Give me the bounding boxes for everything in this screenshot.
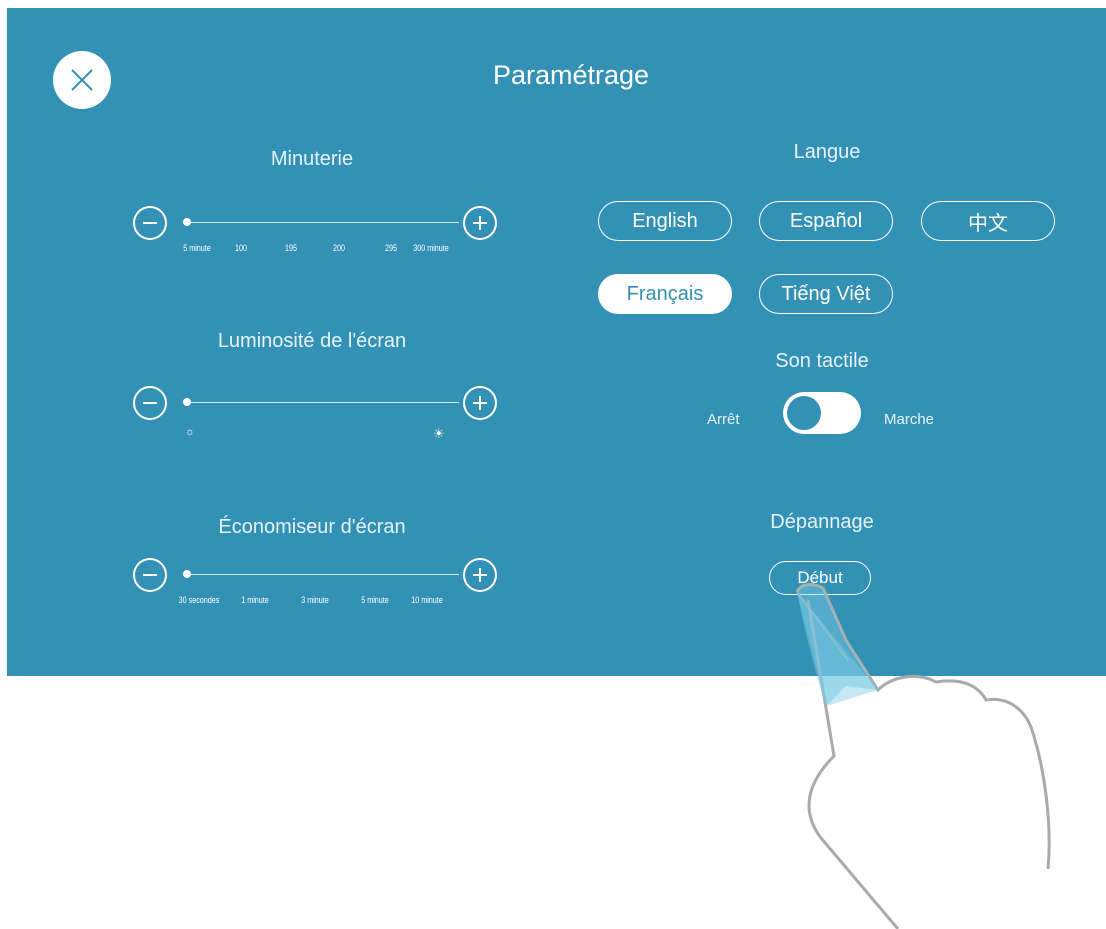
screensaver-ticks: 30 secondes 1 minute 3 minute 5 minute 1…	[169, 595, 465, 609]
plus-icon	[473, 568, 487, 582]
dim-sun-icon: ☼	[185, 426, 196, 438]
screensaver-decrease-button[interactable]	[133, 558, 167, 592]
screensaver-label: Économiseur d'écran	[218, 516, 406, 538]
language-option-english[interactable]: English	[598, 201, 732, 241]
troubleshooting-label: Dépannage	[770, 511, 874, 533]
screensaver-track	[187, 574, 459, 575]
minus-icon	[143, 574, 157, 576]
tick-label: 3 minute	[301, 595, 329, 605]
settings-panel: Paramétrage Minuterie 5 minute 100 195 2…	[7, 8, 1106, 676]
tick-label: 295	[384, 243, 398, 253]
tick-label: 300 minute	[413, 243, 449, 253]
language-option-vietnamese[interactable]: Tiếng Việt	[759, 274, 893, 314]
timer-ticks: 5 minute 100 195 200 295 300 minute	[169, 243, 465, 257]
minus-icon	[143, 402, 157, 404]
touch-sound-off-label: Arrêt	[707, 411, 740, 428]
minus-icon	[143, 222, 157, 224]
tick-label: 100	[234, 243, 248, 253]
screensaver-knob[interactable]	[183, 570, 191, 578]
toggle-thumb	[787, 396, 821, 430]
touch-sound-on-label: Marche	[884, 411, 935, 428]
timer-decrease-button[interactable]	[133, 206, 167, 240]
tick-label: 195	[284, 243, 298, 253]
brightness-knob[interactable]	[183, 398, 191, 406]
language-option-espanol[interactable]: Español	[759, 201, 893, 241]
language-option-chinese[interactable]: 中文	[921, 201, 1055, 241]
bright-sun-icon: ☀	[433, 426, 445, 441]
tick-label: 5 minute	[183, 243, 211, 253]
brightness-increase-button[interactable]	[463, 386, 497, 420]
screensaver-increase-button[interactable]	[463, 558, 497, 592]
brightness-slider[interactable]: ☼ ☀	[133, 386, 497, 441]
tick-label: 10 minute	[411, 595, 443, 605]
timer-label: Minuterie	[270, 148, 354, 170]
language-option-francais[interactable]: Français	[598, 274, 732, 314]
screensaver-slider[interactable]: 30 secondes 1 minute 3 minute 5 minute 1…	[133, 558, 497, 605]
touch-sound-toggle[interactable]	[783, 392, 861, 434]
brightness-decrease-button[interactable]	[133, 386, 167, 420]
page-title: Paramétrage	[492, 60, 650, 90]
touch-sound-label: Son tactile	[775, 350, 869, 372]
plus-icon	[473, 396, 487, 410]
plus-icon	[473, 216, 487, 230]
brightness-track	[187, 402, 459, 403]
timer-increase-button[interactable]	[463, 206, 497, 240]
tick-label: 1 minute	[241, 595, 269, 605]
language-label: Langue	[793, 141, 861, 163]
tick-label: 5 minute	[361, 595, 389, 605]
brightness-label: Luminosité de l'écran	[217, 330, 407, 352]
tick-label: 30 secondes	[178, 595, 220, 605]
timer-knob[interactable]	[183, 218, 191, 226]
timer-track	[187, 222, 459, 223]
start-troubleshooting-button[interactable]: Début	[769, 561, 871, 595]
timer-slider[interactable]: 5 minute 100 195 200 295 300 minute	[133, 206, 497, 253]
tick-label: 200	[332, 243, 346, 253]
